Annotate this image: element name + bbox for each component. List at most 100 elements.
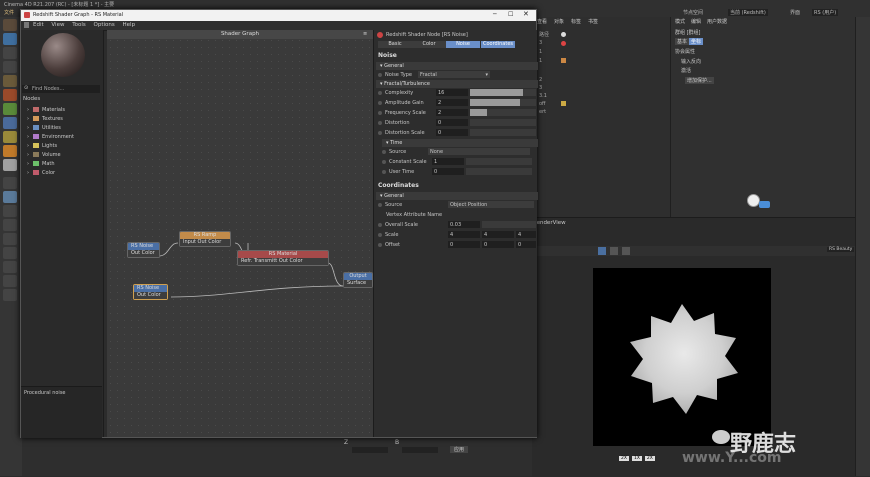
complexity-field[interactable]: 16 bbox=[436, 89, 468, 96]
keyframe-dot[interactable] bbox=[378, 120, 382, 125]
category-color[interactable]: › Color bbox=[27, 170, 55, 176]
add-protection-button[interactable]: 增加保护... bbox=[685, 77, 714, 84]
category-math[interactable]: › Math bbox=[27, 161, 55, 167]
category-textures[interactable]: › Textures bbox=[27, 116, 63, 122]
object-row[interactable]: 3 bbox=[539, 40, 542, 46]
distortion-scale-field[interactable]: 0 bbox=[436, 129, 468, 136]
node-port[interactable]: Out Color bbox=[128, 250, 159, 257]
attr-tab-basic[interactable]: 基本 bbox=[675, 38, 690, 45]
object-menu-item[interactable]: 对象 bbox=[554, 18, 564, 25]
object-row[interactable]: 路径 bbox=[539, 31, 549, 38]
fractal-group[interactable]: ▾ Fractal/Turbulence bbox=[376, 80, 538, 88]
object-menu-item[interactable]: 查看 bbox=[537, 18, 547, 25]
workplane-icon[interactable] bbox=[3, 205, 17, 217]
menu-edit[interactable]: Edit bbox=[33, 22, 44, 28]
overall-scale-field[interactable]: 0.03 bbox=[448, 221, 480, 228]
scale-tool-icon[interactable] bbox=[3, 47, 17, 59]
region-icon[interactable] bbox=[610, 247, 618, 255]
c4d-menu-file[interactable]: 文件 bbox=[4, 9, 14, 16]
scale-x-field[interactable]: 4 bbox=[448, 231, 480, 238]
material-tag-icon[interactable] bbox=[561, 41, 566, 46]
tab-noise[interactable]: Noise bbox=[446, 41, 480, 48]
undo-icon[interactable] bbox=[3, 19, 17, 31]
distortion-scale-slider[interactable] bbox=[470, 129, 536, 136]
keyframe-dot[interactable] bbox=[378, 100, 382, 105]
attribute-menu-item[interactable]: 模式 bbox=[675, 18, 685, 25]
rotate-tool-icon[interactable] bbox=[3, 61, 17, 73]
category-utilities[interactable]: › Utilities bbox=[27, 125, 61, 131]
object-icon[interactable] bbox=[3, 117, 17, 129]
zoom-button[interactable]: 1X bbox=[631, 456, 642, 461]
offset-x-field[interactable]: 0 bbox=[448, 241, 480, 248]
sculpt-icon[interactable] bbox=[3, 247, 17, 259]
attr-tab-coord[interactable]: 坐标 bbox=[689, 38, 704, 45]
node-output[interactable]: Output Surface bbox=[343, 272, 373, 288]
render-icon[interactable] bbox=[3, 89, 17, 101]
object-row[interactable]: ert bbox=[539, 109, 546, 115]
menu-view[interactable]: View bbox=[51, 22, 64, 28]
coord-field[interactable] bbox=[402, 447, 438, 453]
window-titlebar[interactable]: Redshift Shader Graph - RS Material ─ ☐ … bbox=[21, 10, 536, 21]
coord-field[interactable] bbox=[352, 447, 388, 453]
aov-select[interactable]: RS Beauty bbox=[827, 247, 855, 252]
noise-type-select[interactable]: Fractal ▾ bbox=[418, 71, 490, 78]
spline-icon[interactable] bbox=[3, 131, 17, 143]
attribute-menu-item[interactable]: 编辑 bbox=[691, 18, 701, 25]
menu-help[interactable]: Help bbox=[123, 22, 136, 28]
scale-y-field[interactable]: 4 bbox=[482, 231, 514, 238]
amplitude-gain-slider[interactable] bbox=[470, 99, 536, 106]
keyframe-dot[interactable] bbox=[378, 90, 382, 95]
category-volume[interactable]: › Volume bbox=[27, 152, 61, 158]
phong-tag-icon[interactable] bbox=[561, 101, 566, 106]
close-icon[interactable]: ✕ bbox=[523, 10, 529, 18]
zoom-button[interactable]: 2X bbox=[619, 456, 629, 461]
object-menu-item[interactable]: 书签 bbox=[588, 18, 598, 25]
node-space-select[interactable]: 当前 (Redshift) bbox=[728, 9, 768, 16]
attribute-menu-item[interactable]: 用户数据 bbox=[707, 18, 727, 25]
offset-y-field[interactable]: 0 bbox=[482, 241, 514, 248]
object-row[interactable]: 1 bbox=[539, 58, 542, 64]
knife-icon[interactable] bbox=[3, 275, 17, 287]
snap-icon[interactable] bbox=[3, 191, 17, 203]
camera-icon[interactable] bbox=[3, 159, 17, 171]
layout-select[interactable]: RS (用户) bbox=[812, 9, 839, 16]
constant-scale-slider[interactable] bbox=[466, 158, 532, 165]
frequency-scale-field[interactable]: 2 bbox=[436, 109, 468, 116]
coords-general-group[interactable]: ▾ General bbox=[376, 192, 538, 200]
node-rs-ramp[interactable]: RS Ramp Input Out Color bbox=[179, 231, 231, 247]
overall-scale-slider[interactable] bbox=[482, 221, 536, 228]
object-row[interactable]: 1 bbox=[539, 49, 542, 55]
keyframe-dot[interactable] bbox=[378, 232, 382, 237]
keyframe-dot[interactable] bbox=[378, 202, 382, 207]
keyframe-dot[interactable] bbox=[378, 72, 382, 77]
zoom-button[interactable]: 2X bbox=[644, 456, 655, 461]
grid-icon[interactable] bbox=[3, 219, 17, 231]
node-port[interactable]: Surface bbox=[344, 280, 372, 287]
node-rs-noise-2[interactable]: RS Noise Out Color bbox=[133, 284, 168, 300]
constant-scale-field[interactable]: 1 bbox=[432, 158, 464, 165]
keyframe-dot[interactable] bbox=[378, 110, 382, 115]
magnet-icon[interactable] bbox=[3, 261, 17, 273]
time-group[interactable]: ▾ Time bbox=[382, 139, 538, 147]
axis-icon[interactable] bbox=[3, 177, 17, 189]
user-time-field[interactable]: 0 bbox=[432, 168, 464, 175]
minimize-icon[interactable]: ─ bbox=[493, 11, 497, 18]
user-time-slider[interactable] bbox=[466, 168, 532, 175]
menu-tools[interactable]: Tools bbox=[72, 22, 86, 28]
texture-tag-icon[interactable] bbox=[561, 58, 566, 63]
node-port[interactable]: Refr. Transmitt Out Color bbox=[238, 258, 328, 265]
complexity-slider[interactable] bbox=[470, 89, 536, 96]
keyframe-dot[interactable] bbox=[378, 242, 382, 247]
time-source-select[interactable]: None bbox=[428, 148, 530, 155]
amplitude-gain-field[interactable]: 2 bbox=[436, 99, 468, 106]
shader-graph-canvas[interactable]: Shader Graph ≡ RS Noise Out Color RS Ram… bbox=[107, 30, 373, 437]
keyframe-dot[interactable] bbox=[382, 159, 386, 164]
object-row[interactable]: off bbox=[539, 101, 546, 107]
object-row[interactable]: 3.1 bbox=[539, 93, 547, 99]
node-port[interactable]: Input Out Color bbox=[180, 239, 230, 246]
category-environment[interactable]: › Environment bbox=[27, 134, 74, 140]
coords-source-select[interactable]: Object Position bbox=[448, 201, 534, 208]
node-port[interactable]: Out Color bbox=[134, 292, 167, 299]
keyframe-dot[interactable] bbox=[378, 222, 382, 227]
keyframe-dot[interactable] bbox=[382, 149, 386, 154]
